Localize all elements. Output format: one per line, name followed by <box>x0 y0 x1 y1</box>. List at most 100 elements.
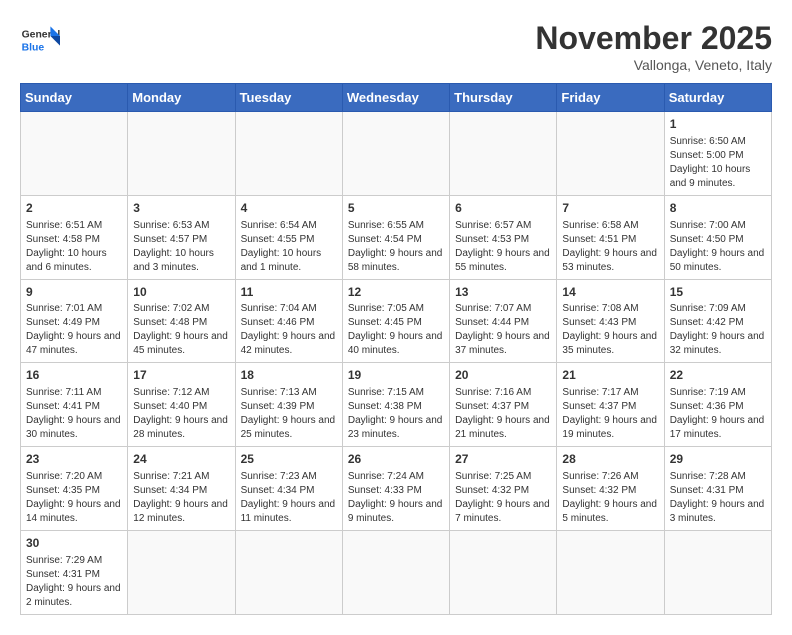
calendar-cell: 27 Sunrise: 7:25 AM Sunset: 4:32 PM Dayli… <box>450 447 557 531</box>
day-number: 10 <box>133 284 229 301</box>
day-info: Sunrise: 7:25 AM Sunset: 4:32 PM Dayligh… <box>455 471 550 524</box>
day-info: Sunrise: 7:21 AM Sunset: 4:34 PM Dayligh… <box>133 471 228 524</box>
day-info: Sunrise: 6:53 AM Sunset: 4:57 PM Dayligh… <box>133 220 214 273</box>
calendar-cell: 3 Sunrise: 6:53 AM Sunset: 4:57 PM Daylig… <box>128 195 235 279</box>
day-info: Sunrise: 7:29 AM Sunset: 4:31 PM Dayligh… <box>26 555 121 608</box>
calendar-cell: 20 Sunrise: 7:16 AM Sunset: 4:37 PM Dayli… <box>450 363 557 447</box>
day-number: 24 <box>133 451 229 468</box>
month-title: November 2025 <box>535 20 772 57</box>
day-number: 12 <box>348 284 444 301</box>
calendar-cell: 30 Sunrise: 7:29 AM Sunset: 4:31 PM Dayli… <box>21 530 128 614</box>
day-info: Sunrise: 6:58 AM Sunset: 4:51 PM Dayligh… <box>562 220 657 273</box>
day-number: 17 <box>133 367 229 384</box>
day-number: 5 <box>348 200 444 217</box>
day-info: Sunrise: 7:11 AM Sunset: 4:41 PM Dayligh… <box>26 387 121 440</box>
calendar-week-row: 16 Sunrise: 7:11 AM Sunset: 4:41 PM Dayli… <box>21 363 772 447</box>
calendar-week-row: 2Sunrise: 6:51 AM Sunset: 4:58 PM Daylig… <box>21 195 772 279</box>
day-of-week-header: Wednesday <box>342 84 449 112</box>
day-info: Sunrise: 7:17 AM Sunset: 4:37 PM Dayligh… <box>562 387 657 440</box>
day-info: Sunrise: 7:12 AM Sunset: 4:40 PM Dayligh… <box>133 387 228 440</box>
calendar-cell: 1Sunrise: 6:50 AM Sunset: 5:00 PM Daylig… <box>664 112 771 196</box>
day-number: 25 <box>241 451 337 468</box>
svg-text:Blue: Blue <box>22 42 45 53</box>
day-number: 29 <box>670 451 766 468</box>
calendar-cell: 10 Sunrise: 7:02 AM Sunset: 4:48 PM Dayli… <box>128 279 235 363</box>
day-number: 22 <box>670 367 766 384</box>
day-of-week-header: Saturday <box>664 84 771 112</box>
day-number: 6 <box>455 200 551 217</box>
calendar-cell <box>557 530 664 614</box>
calendar-cell: 21Sunrise: 7:17 AM Sunset: 4:37 PM Dayli… <box>557 363 664 447</box>
day-of-week-header: Monday <box>128 84 235 112</box>
day-of-week-header: Tuesday <box>235 84 342 112</box>
day-info: Sunrise: 7:20 AM Sunset: 4:35 PM Dayligh… <box>26 471 121 524</box>
day-info: Sunrise: 6:54 AM Sunset: 4:55 PM Dayligh… <box>241 220 322 273</box>
day-info: Sunrise: 7:26 AM Sunset: 4:32 PM Dayligh… <box>562 471 657 524</box>
calendar-table: SundayMondayTuesdayWednesdayThursdayFrid… <box>20 83 772 615</box>
day-number: 14 <box>562 284 658 301</box>
day-number: 26 <box>348 451 444 468</box>
calendar-cell <box>664 530 771 614</box>
day-info: Sunrise: 7:16 AM Sunset: 4:37 PM Dayligh… <box>455 387 550 440</box>
calendar-header-row: SundayMondayTuesdayWednesdayThursdayFrid… <box>21 84 772 112</box>
day-info: Sunrise: 7:23 AM Sunset: 4:34 PM Dayligh… <box>241 471 336 524</box>
day-of-week-header: Sunday <box>21 84 128 112</box>
day-number: 11 <box>241 284 337 301</box>
calendar-cell <box>342 112 449 196</box>
day-number: 23 <box>26 451 122 468</box>
calendar-cell: 29 Sunrise: 7:28 AM Sunset: 4:31 PM Dayli… <box>664 447 771 531</box>
calendar-cell <box>557 112 664 196</box>
calendar-cell: 25 Sunrise: 7:23 AM Sunset: 4:34 PM Dayli… <box>235 447 342 531</box>
day-of-week-header: Friday <box>557 84 664 112</box>
day-number: 8 <box>670 200 766 217</box>
day-info: Sunrise: 7:24 AM Sunset: 4:33 PM Dayligh… <box>348 471 443 524</box>
day-number: 7 <box>562 200 658 217</box>
calendar-cell <box>128 530 235 614</box>
day-number: 28 <box>562 451 658 468</box>
day-info: Sunrise: 7:02 AM Sunset: 4:48 PM Dayligh… <box>133 303 228 356</box>
day-info: Sunrise: 7:15 AM Sunset: 4:38 PM Dayligh… <box>348 387 443 440</box>
day-info: Sunrise: 7:01 AM Sunset: 4:49 PM Dayligh… <box>26 303 121 356</box>
calendar-cell: 28 Sunrise: 7:26 AM Sunset: 4:32 PM Dayli… <box>557 447 664 531</box>
day-number: 20 <box>455 367 551 384</box>
title-block: November 2025 Vallonga, Veneto, Italy <box>535 20 772 73</box>
day-number: 16 <box>26 367 122 384</box>
calendar-cell: 17 Sunrise: 7:12 AM Sunset: 4:40 PM Dayli… <box>128 363 235 447</box>
calendar-cell: 23 Sunrise: 7:20 AM Sunset: 4:35 PM Dayli… <box>21 447 128 531</box>
day-info: Sunrise: 7:28 AM Sunset: 4:31 PM Dayligh… <box>670 471 765 524</box>
day-info: Sunrise: 7:08 AM Sunset: 4:43 PM Dayligh… <box>562 303 657 356</box>
logo-icon: General Blue <box>20 20 60 60</box>
calendar-cell: 5Sunrise: 6:55 AM Sunset: 4:54 PM Daylig… <box>342 195 449 279</box>
calendar-cell <box>235 112 342 196</box>
calendar-cell <box>342 530 449 614</box>
calendar-cell <box>235 530 342 614</box>
calendar-cell: 12 Sunrise: 7:05 AM Sunset: 4:45 PM Dayli… <box>342 279 449 363</box>
calendar-week-row: 1Sunrise: 6:50 AM Sunset: 5:00 PM Daylig… <box>21 112 772 196</box>
day-number: 9 <box>26 284 122 301</box>
day-number: 3 <box>133 200 229 217</box>
day-info: Sunrise: 7:05 AM Sunset: 4:45 PM Dayligh… <box>348 303 443 356</box>
day-info: Sunrise: 7:00 AM Sunset: 4:50 PM Dayligh… <box>670 220 765 273</box>
day-info: Sunrise: 6:57 AM Sunset: 4:53 PM Dayligh… <box>455 220 550 273</box>
calendar-cell: 26 Sunrise: 7:24 AM Sunset: 4:33 PM Dayli… <box>342 447 449 531</box>
day-info: Sunrise: 7:19 AM Sunset: 4:36 PM Dayligh… <box>670 387 765 440</box>
day-of-week-header: Thursday <box>450 84 557 112</box>
calendar-week-row: 23 Sunrise: 7:20 AM Sunset: 4:35 PM Dayli… <box>21 447 772 531</box>
day-info: Sunrise: 6:50 AM Sunset: 5:00 PM Dayligh… <box>670 136 751 189</box>
day-info: Sunrise: 7:13 AM Sunset: 4:39 PM Dayligh… <box>241 387 336 440</box>
calendar-cell: 16 Sunrise: 7:11 AM Sunset: 4:41 PM Dayli… <box>21 363 128 447</box>
day-info: Sunrise: 7:09 AM Sunset: 4:42 PM Dayligh… <box>670 303 765 356</box>
calendar-cell: 2Sunrise: 6:51 AM Sunset: 4:58 PM Daylig… <box>21 195 128 279</box>
calendar-cell: 4 Sunrise: 6:54 AM Sunset: 4:55 PM Daylig… <box>235 195 342 279</box>
day-number: 4 <box>241 200 337 217</box>
calendar-cell: 24 Sunrise: 7:21 AM Sunset: 4:34 PM Dayli… <box>128 447 235 531</box>
calendar-cell: 9 Sunrise: 7:01 AM Sunset: 4:49 PM Daylig… <box>21 279 128 363</box>
location: Vallonga, Veneto, Italy <box>535 57 772 73</box>
calendar-week-row: 9 Sunrise: 7:01 AM Sunset: 4:49 PM Daylig… <box>21 279 772 363</box>
day-number: 30 <box>26 535 122 552</box>
day-number: 27 <box>455 451 551 468</box>
day-number: 18 <box>241 367 337 384</box>
calendar-cell <box>21 112 128 196</box>
calendar-cell: 18 Sunrise: 7:13 AM Sunset: 4:39 PM Dayli… <box>235 363 342 447</box>
day-info: Sunrise: 7:07 AM Sunset: 4:44 PM Dayligh… <box>455 303 550 356</box>
